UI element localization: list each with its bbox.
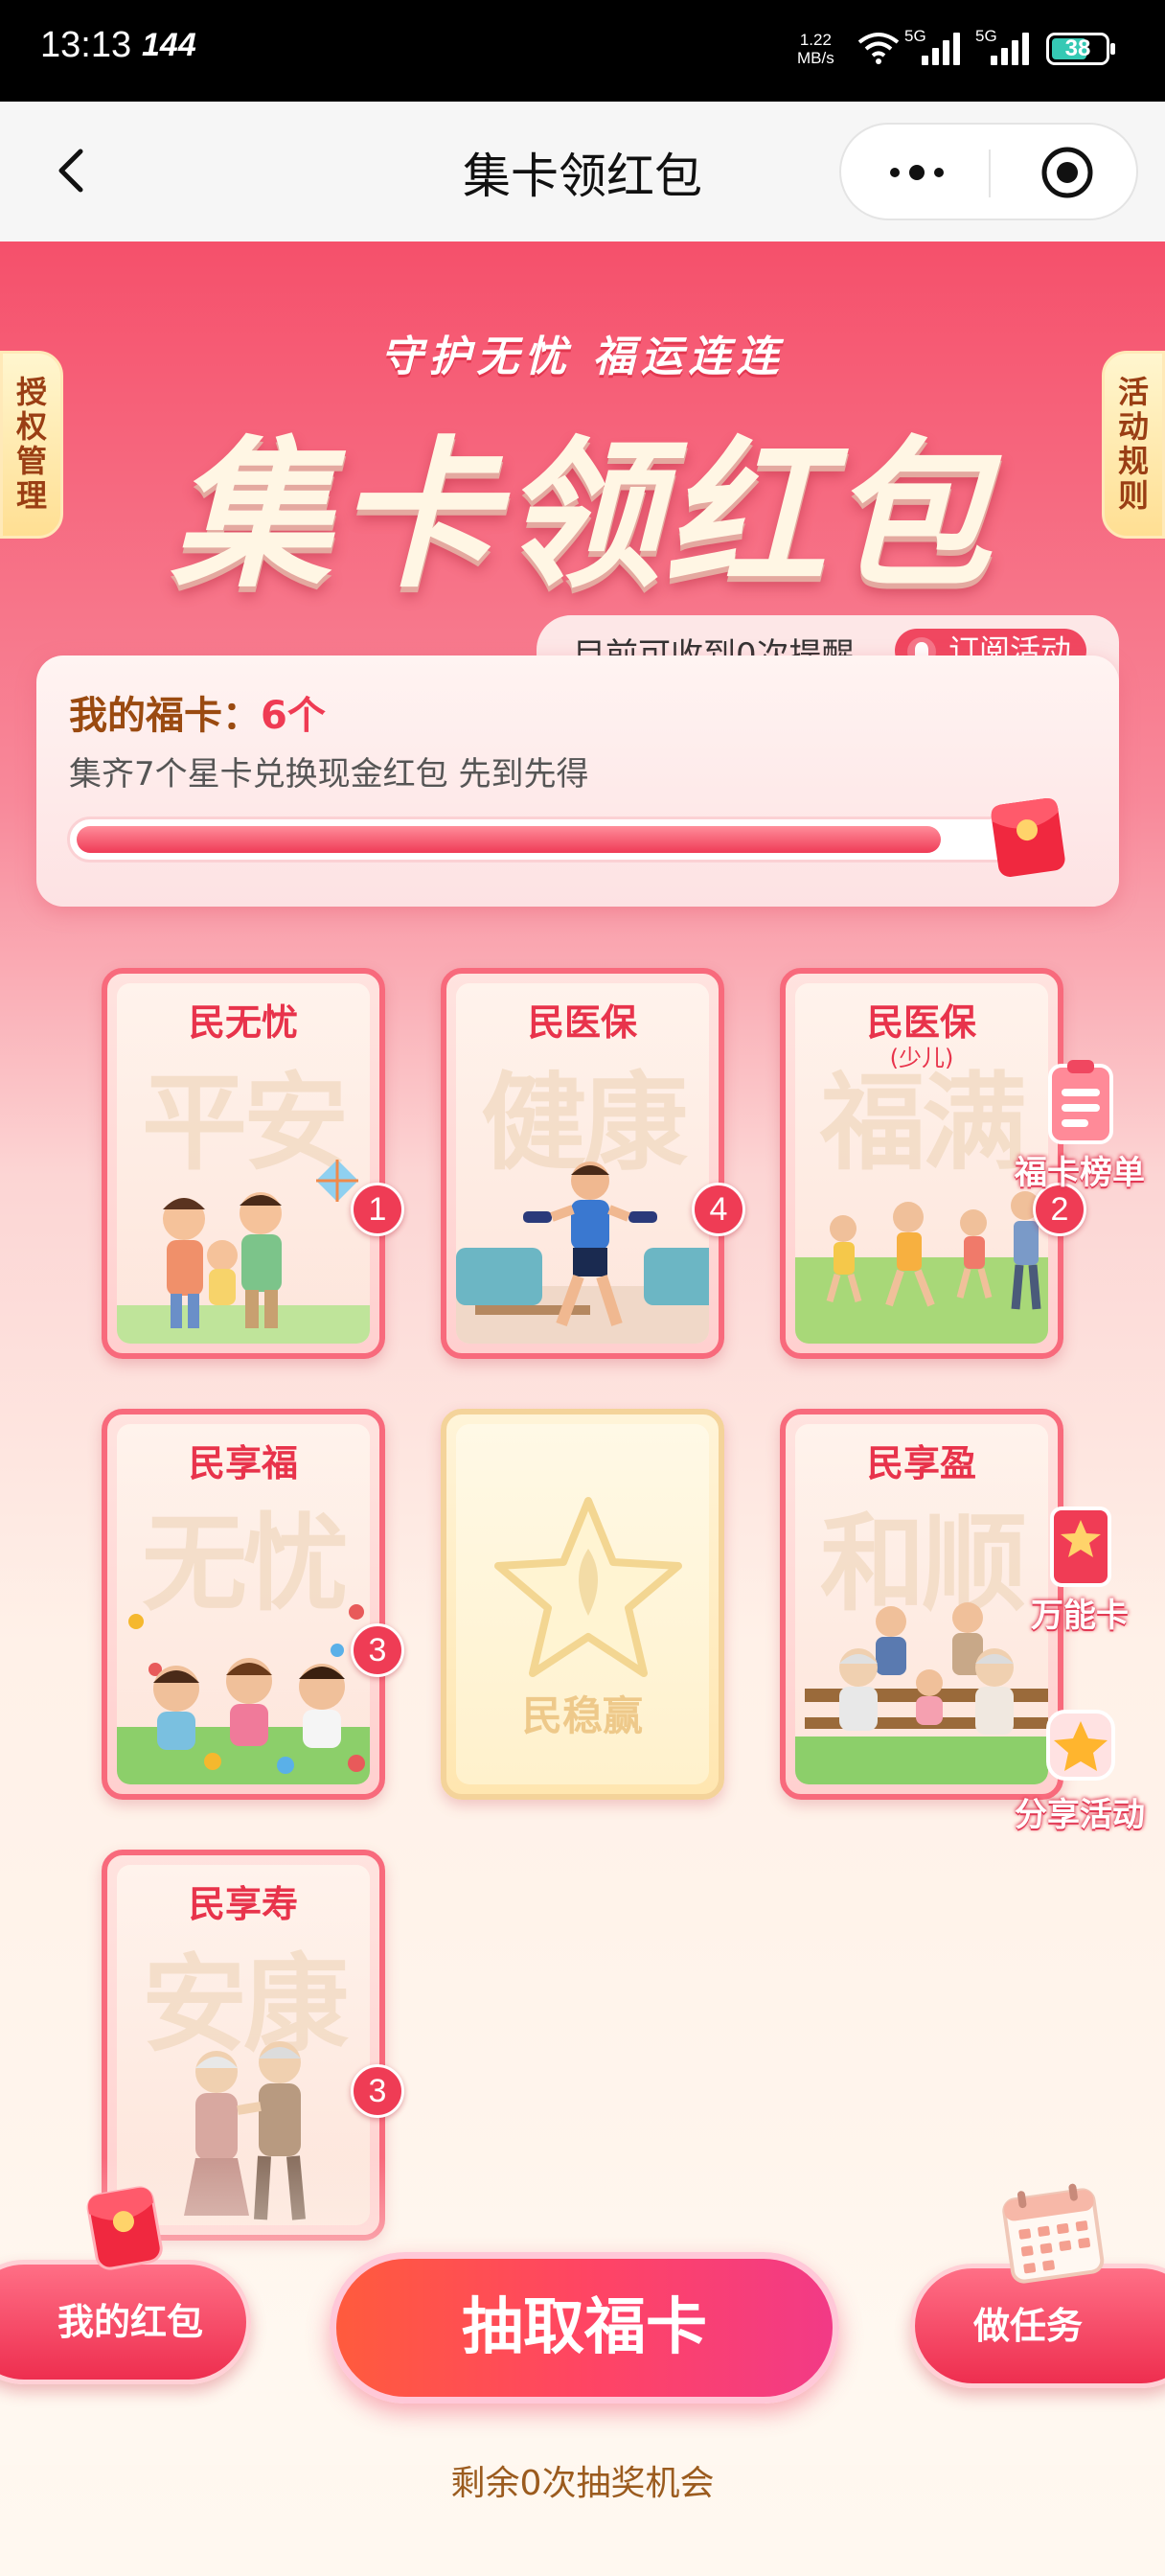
do-tasks-label: 做任务	[972, 2305, 1083, 2347]
float-label: 分享活动	[1015, 1796, 1145, 1834]
wildcard-icon	[1050, 1506, 1111, 1587]
leaderboard-clipboard-icon	[1048, 1060, 1113, 1144]
card-min-yibao[interactable]: 健康 民医保	[441, 968, 724, 1359]
mini-program-capsule	[839, 123, 1138, 220]
status-bar: 13:13 144 1.22 MB/s 5G 5G 38	[0, 0, 1165, 102]
collection-progress-bar	[67, 816, 1025, 862]
my-cards-summary: 我的福卡：6个	[69, 684, 326, 740]
battery-level: 38	[1064, 35, 1091, 61]
card-name: 民享福	[188, 1442, 298, 1484]
more-options-icon[interactable]	[883, 153, 950, 192]
my-cards-label: 我的福卡：	[69, 694, 261, 738]
kids-playing-illustration	[117, 1604, 370, 1784]
my-red-packet-button[interactable]: 我的红包	[0, 2260, 251, 2384]
card-subtitle: (少儿)	[889, 1045, 954, 1071]
card-count-badge: 4	[692, 1183, 745, 1236]
share-activity-button[interactable]: 分享活动	[1015, 1698, 1145, 1842]
calendar-icon	[1002, 2183, 1105, 2284]
fitness-illustration	[456, 1162, 709, 1344]
card-name: 民无忧	[188, 1001, 298, 1044]
star-icon	[494, 1497, 682, 1677]
close-mini-program-icon[interactable]	[1039, 144, 1096, 201]
float-label: 福卡榜单	[1015, 1154, 1145, 1192]
card-count-badge: 3	[351, 1623, 404, 1677]
card-name: 民享寿	[188, 1883, 298, 1925]
net-speed-value: 1.22	[799, 31, 832, 49]
remaining-draws-text: 剩余0次抽奖机会	[450, 2464, 715, 2503]
card-name: 民稳赢	[521, 1692, 643, 1739]
capsule-divider	[989, 150, 991, 197]
activity-page: 授权管理 活动规则 守护无忧 福运连连 集卡领红包 目前可收到0次提醒 订阅活动…	[0, 242, 1165, 2576]
card-name: 民医保	[866, 1001, 976, 1044]
collect-description: 集齐7个星卡兑换现金红包 先到先得	[69, 755, 589, 794]
draw-card-button[interactable]: 抽取福卡	[330, 2252, 839, 2404]
refresh-rate: 144	[142, 27, 196, 63]
card-min-wenying-locked[interactable]: 民稳赢	[441, 1409, 724, 1800]
draw-card-label: 抽取福卡	[462, 2292, 707, 2363]
card-count-badge: 3	[351, 2064, 404, 2118]
red-envelope-icon	[991, 797, 1065, 877]
net-speed-unit: MB/s	[797, 49, 834, 67]
card-name: 民医保	[527, 1001, 637, 1044]
my-red-packet-label: 我的红包	[57, 2301, 203, 2343]
net-speed: 1.22 MB/s	[797, 31, 834, 67]
wifi-icon	[857, 33, 900, 64]
hero-title: 集卡领红包	[171, 422, 994, 610]
card-min-xiangfu[interactable]: 无忧 民享福	[102, 1409, 385, 1800]
card-name: 民享盈	[866, 1442, 976, 1484]
signal-bars-1-icon	[922, 31, 971, 65]
nav-bar: 集卡领红包	[0, 102, 1165, 242]
card-count-badge: 1	[351, 1183, 404, 1236]
card-min-wuyou[interactable]: 平安 民无忧	[102, 968, 385, 1359]
progress-fill	[77, 826, 941, 853]
status-time: 13:13	[40, 25, 132, 65]
battery-icon: 38	[1046, 33, 1115, 65]
my-cards-count: 6个	[261, 694, 326, 738]
card-leaderboard-button[interactable]: 福卡榜单	[1015, 1056, 1145, 1200]
red-packet-icon	[86, 2186, 163, 2270]
signal-bars-2-icon	[991, 31, 1040, 65]
family-kite-illustration	[117, 1160, 370, 1344]
float-label: 万能卡	[1031, 1597, 1129, 1635]
share-star-icon	[1046, 1710, 1115, 1781]
wildcard-button[interactable]: 万能卡	[1017, 1499, 1142, 1643]
my-cards-panel: 我的福卡：6个 集齐7个星卡兑换现金红包 先到先得	[36, 656, 1119, 907]
slogan: 守护无忧 福运连连	[380, 333, 785, 381]
